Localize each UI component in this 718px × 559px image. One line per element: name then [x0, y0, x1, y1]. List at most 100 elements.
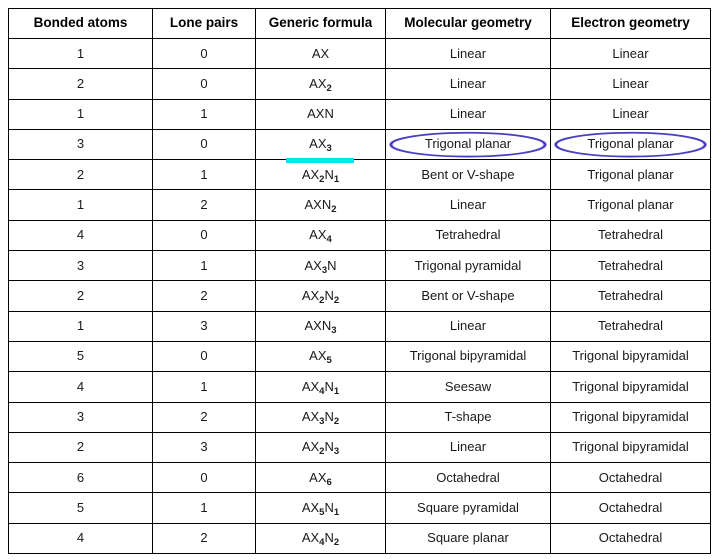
cell-molecular-geometry: Bent or V-shape	[385, 280, 551, 312]
formula-subscript: 1	[333, 506, 340, 518]
formula-subscript: 3	[333, 446, 340, 458]
formula-subscript: 2	[319, 446, 325, 458]
formula-subscript: 2	[319, 173, 325, 185]
cell-electron-geometry: Trigonal planar	[550, 128, 711, 161]
cell-lone-pairs: 1	[152, 159, 256, 191]
cell-generic-formula: AX6	[255, 462, 386, 494]
cell-generic-formula: AX2N1	[255, 159, 386, 191]
cell-lone-pairs: 3	[152, 431, 256, 464]
cell-electron-geometry: Trigonal planar	[550, 159, 711, 191]
cell-lone-pairs: 3	[152, 310, 256, 342]
formula-text: AX4N2	[301, 530, 340, 549]
table-body: 1 0 AX Linear Linear 2 0 AX2 Linear Linear 1 1 AXN Li…	[8, 37, 711, 555]
cell-molecular-geometry: Bent or V-shape	[385, 159, 551, 191]
formula-text: AX4	[309, 227, 332, 246]
column-header-bonded-atoms: Bonded atoms	[8, 8, 153, 39]
cell-electron-geometry: Linear	[550, 68, 711, 100]
table-row: 2 0 AX2 Linear Linear	[8, 68, 711, 100]
cell-electron-geometry: Octahedral	[550, 522, 711, 555]
cell-lone-pairs: 1	[152, 371, 256, 403]
formula-subscript: 3	[326, 143, 332, 155]
cell-lone-pairs: 0	[152, 68, 256, 100]
cell-generic-formula: AX4	[255, 219, 386, 252]
cell-generic-formula: AX4N1	[255, 371, 386, 403]
cell-lone-pairs: 2	[152, 401, 256, 433]
table-row: 3 2 AX3N2 T-shape Trigonal bipyramidal	[8, 401, 711, 433]
cell-bonded-atoms: 1	[8, 37, 153, 70]
formula-subscript: 3	[331, 325, 337, 337]
formula-text: AX2N2	[301, 287, 340, 306]
table-row: 5 1 AX5N1 Square pyramidal Octahedral	[8, 492, 711, 524]
formula-text: AXN2	[304, 196, 337, 215]
cell-lone-pairs: 2	[152, 280, 256, 312]
cell-molecular-geometry: Square pyramidal	[385, 492, 551, 524]
cell-electron-geometry: Tetrahedral	[550, 219, 711, 252]
cell-lone-pairs: 2	[152, 189, 256, 221]
cell-molecular-geometry: Tetrahedral	[385, 219, 551, 252]
formula-text: AX2N3	[301, 439, 340, 458]
cell-molecular-geometry: Linear	[385, 37, 551, 70]
formula-subscript: 4	[319, 537, 325, 549]
column-header-lone-pairs: Lone pairs	[152, 8, 256, 39]
cell-generic-formula: AXN2	[255, 189, 386, 221]
table-row: 4 2 AX4N2 Square planar Octahedral	[8, 522, 711, 555]
cell-generic-formula: AX5N1	[255, 492, 386, 524]
cell-electron-geometry: Linear	[550, 98, 711, 130]
table-row: 5 0 AX5 Trigonal bipyramidal Trigonal bipyra…	[8, 340, 711, 373]
cell-molecular-geometry: Linear	[385, 431, 551, 464]
table-row: 6 0 AX6 Octahedral Octahedral	[8, 462, 711, 494]
cell-molecular-geometry: Seesaw	[385, 371, 551, 403]
cell-electron-geometry: Trigonal bipyramidal	[550, 401, 711, 433]
cell-molecular-geometry: Trigonal pyramidal	[385, 250, 551, 282]
formula-subscript: 1	[333, 385, 340, 397]
cell-molecular-geometry: Trigonal planar	[385, 128, 551, 161]
formula-subscript: 2	[331, 203, 337, 215]
table-row: 4 0 AX4 Tetrahedral Tetrahedral	[8, 219, 711, 252]
formula-subscript: 5	[326, 355, 332, 367]
cell-bonded-atoms: 4	[8, 371, 153, 403]
cell-bonded-atoms: 4	[8, 522, 153, 555]
cell-bonded-atoms: 6	[8, 462, 153, 494]
cell-bonded-atoms: 1	[8, 310, 153, 342]
cell-electron-geometry: Trigonal bipyramidal	[550, 431, 711, 464]
formula-text: AX5	[309, 348, 332, 367]
formula-subscript: 6	[326, 476, 332, 488]
table-row: 2 2 AX2N2 Bent or V-shape Tetrahedral	[8, 280, 711, 312]
cell-electron-geometry: Octahedral	[550, 462, 711, 494]
table-header: Bonded atoms Lone pairs Generic formula …	[8, 8, 711, 39]
table-row: 1 3 AXN3 Linear Tetrahedral	[8, 310, 711, 342]
cell-generic-formula: AXN	[255, 98, 386, 130]
formula-subscript: 2	[333, 294, 340, 306]
cell-text: Trigonal planar	[587, 136, 674, 152]
cell-electron-geometry: Tetrahedral	[550, 280, 711, 312]
cell-molecular-geometry: Linear	[385, 98, 551, 130]
cell-generic-formula: AXN3	[255, 310, 386, 342]
formula-subscript: 2	[326, 82, 332, 94]
cell-generic-formula: AX4N2	[255, 522, 386, 555]
cell-bonded-atoms: 3	[8, 401, 153, 433]
formula-subscript: 3	[321, 264, 328, 276]
formula-text: AX4N1	[301, 378, 340, 397]
formula-text: AX3N	[304, 257, 337, 276]
cell-bonded-atoms: 3	[8, 128, 153, 161]
formula-text: AXN	[307, 106, 334, 122]
formula-subscript: 5	[319, 506, 325, 518]
table-row: 4 1 AX4N1 Seesaw Trigonal bipyramidal	[8, 371, 711, 403]
cell-bonded-atoms: 5	[8, 492, 153, 524]
cell-lone-pairs: 1	[152, 250, 256, 282]
table-row: 2 3 AX2N3 Linear Trigonal bipyramidal	[8, 431, 711, 464]
cell-generic-formula: AX2	[255, 68, 386, 100]
table-row: 1 0 AX Linear Linear	[8, 37, 711, 70]
cell-lone-pairs: 0	[152, 37, 256, 70]
formula-subscript: 2	[319, 294, 325, 306]
cell-electron-geometry: Trigonal bipyramidal	[550, 340, 711, 373]
cell-lone-pairs: 0	[152, 128, 256, 161]
column-header-generic-formula: Generic formula	[255, 8, 386, 39]
formula-subscript: 4	[319, 385, 325, 397]
column-header-electron-geometry: Electron geometry	[550, 8, 711, 39]
cell-lone-pairs: 2	[152, 522, 256, 555]
cell-molecular-geometry: Square planar	[385, 522, 551, 555]
cell-electron-geometry: Tetrahedral	[550, 250, 711, 282]
cell-lone-pairs: 0	[152, 219, 256, 252]
cell-lone-pairs: 1	[152, 492, 256, 524]
